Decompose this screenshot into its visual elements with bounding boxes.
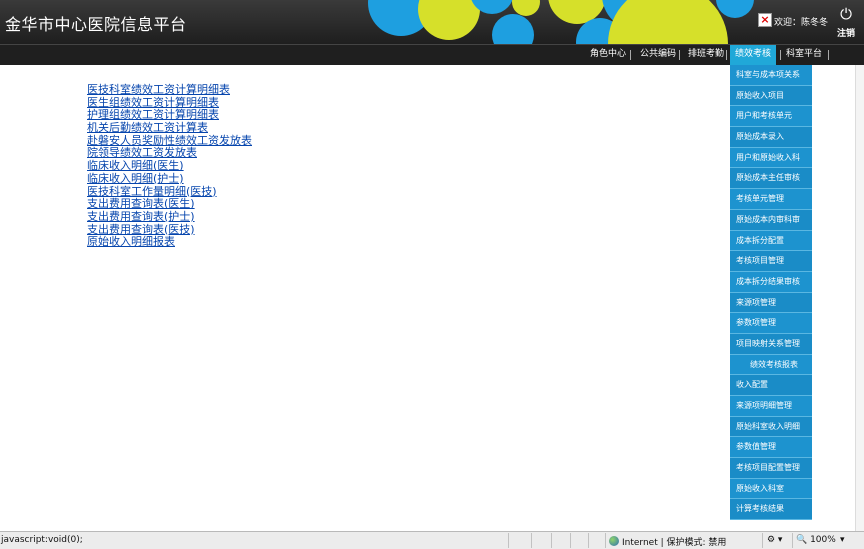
logout-label: 注销 [836,29,855,39]
zoom-control[interactable]: 🔍 100% [796,535,836,545]
decor-bubble [492,14,534,44]
nav-performance[interactable]: 绩效考核 [730,45,777,65]
decor-bubble [608,0,728,44]
nav-separator [679,50,680,60]
welcome-text: 欢迎：陈冬冬 [774,18,829,28]
nav-separator [780,50,781,60]
menu-item[interactable]: 参数值管理 [730,437,812,459]
menu-item[interactable]: 成本拆分配置 [730,230,812,252]
status-url: javascript:void(0); [1,535,83,545]
performance-dropdown-menu: 科室与成本项关系 原始收入项目 用户和考核单元 原始成本录入 用户和原始收入科 … [730,65,812,521]
nav-separator [726,50,727,60]
top-nav: 角色中心 公共编码 排班考勤 绩效考核 科室平台 [0,44,864,65]
nav-separator [828,50,829,60]
report-link[interactable]: 机关后勤绩效工资计算表 [87,121,208,134]
nav-scheduling[interactable]: 排班考勤 [688,45,724,65]
nav-department-platform[interactable]: 科室平台 [786,45,822,65]
app-title: 金华市中心医院信息平台 [5,15,187,34]
decor-bubble [716,0,754,18]
report-link[interactable]: 医技科室绩效工资计算明细表 [87,83,230,96]
menu-item[interactable]: 考核项目管理 [730,251,812,272]
broken-image-icon: × [758,13,772,27]
power-icon: ⏻ [840,5,852,23]
report-link[interactable]: 支出费用查询表(医技) [87,223,195,236]
menu-item[interactable]: 来源项管理 [730,292,812,314]
menu-item[interactable]: 原始成本内审科审 [730,209,812,231]
report-link[interactable]: 院领导绩效工资发放表 [87,146,197,160]
security-zone: Internet | 保护模式: 禁用 [609,535,726,548]
menu-item[interactable]: 收入配置 [730,375,812,396]
menu-item[interactable]: 绩效考核报表 [730,354,812,376]
report-link[interactable]: 原始收入明细报表 [87,235,175,248]
report-link[interactable]: 赴磐安人员奖励性绩效工资发放表 [87,134,252,147]
status-divider [531,533,532,548]
menu-item[interactable]: 参数项管理 [730,313,812,334]
menu-item[interactable]: 原始成本主任审核 [730,168,812,190]
menu-item[interactable]: 项目映射关系管理 [730,333,812,355]
status-divider [508,533,509,548]
menu-item[interactable]: 计算考核结果 [730,499,812,521]
menu-item[interactable]: 来源项明细管理 [730,396,812,417]
decor-bubble [418,0,480,40]
report-link[interactable]: 支出费用查询表(医生) [87,197,195,210]
status-divider [588,533,589,548]
report-link[interactable]: 支出费用查询表(护士) [87,210,195,223]
menu-item[interactable]: 原始收入项目 [730,85,812,107]
report-link[interactable]: 护理组绩效工资计算明细表 [87,108,219,122]
vertical-scrollbar[interactable] [855,65,864,531]
main-content: 医技科室绩效工资计算明细表 医生组绩效工资计算明细表 护理组绩效工资计算明细表 … [0,65,864,531]
menu-item[interactable]: 考核单元管理 [730,189,812,210]
nav-separator [630,50,631,60]
nav-common-codes[interactable]: 公共编码 [640,45,676,65]
report-link[interactable]: 临床收入明细(医生) [87,159,184,172]
zoom-level: 100% [810,535,836,545]
menu-item[interactable]: 原始成本录入 [730,127,812,148]
globe-icon [609,536,619,546]
status-divider [551,533,552,548]
report-link-list: 医技科室绩效工资计算明细表 医生组绩效工资计算明细表 护理组绩效工资计算明细表 … [87,83,252,249]
report-link[interactable]: 医技科室工作量明细(医技) [87,185,217,198]
report-link[interactable]: 医生组绩效工资计算明细表 [87,96,219,109]
logout-button[interactable]: ⏻ 注销 [834,6,858,39]
status-divider [762,533,763,548]
status-divider [792,533,793,548]
menu-item[interactable]: 用户和原始收入科 [730,147,812,169]
menu-item[interactable]: 考核项目配置管理 [730,458,812,479]
menu-item[interactable]: 成本拆分结果审核 [730,271,812,293]
tools-icon[interactable]: ⚙ ▾ [767,535,782,545]
list-item: 原始收入明细报表 [87,235,252,249]
nav-role-center[interactable]: 角色中心 [590,45,626,65]
menu-item[interactable]: 原始收入科室 [730,478,812,500]
chevron-down-icon[interactable]: ▾ [840,535,845,545]
menu-item[interactable]: 原始科室收入明细 [730,416,812,438]
menu-item[interactable]: 科室与成本项关系 [730,65,812,86]
menu-item[interactable]: 用户和考核单元 [730,106,812,128]
report-link[interactable]: 临床收入明细(护士) [87,172,184,185]
zone-text: Internet | 保护模式: 禁用 [622,538,727,548]
status-divider [570,533,571,548]
browser-status-bar: javascript:void(0); Internet | 保护模式: 禁用 … [0,531,864,549]
status-divider [605,533,606,548]
app-header: 金华市中心医院信息平台 × 欢迎：陈冬冬 ⏻ 注销 [0,0,864,44]
